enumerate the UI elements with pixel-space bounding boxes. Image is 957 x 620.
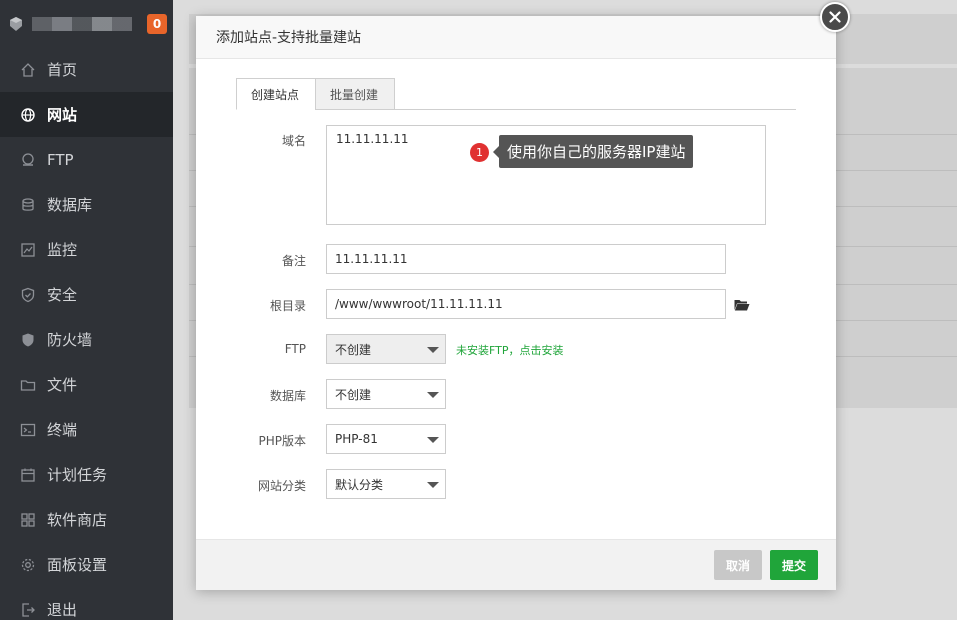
- tab-batch-create[interactable]: 批量创建: [315, 78, 395, 110]
- sidebar-item-files[interactable]: 文件: [0, 362, 173, 407]
- ftp-select[interactable]: 不创建: [326, 334, 446, 364]
- sidebar-item-label: 安全: [47, 286, 78, 304]
- remark-input[interactable]: 11.11.11.11: [326, 244, 726, 274]
- sidebar-item-label: FTP: [47, 150, 74, 169]
- remark-label: 备注: [281, 254, 306, 268]
- shield-icon: [21, 287, 35, 302]
- database-select[interactable]: 不创建: [326, 379, 446, 409]
- dialog-footer: 取消 提交: [196, 539, 836, 590]
- apps-icon: [21, 512, 35, 527]
- terminal-icon: [20, 423, 36, 436]
- folder-open-icon[interactable]: [734, 298, 750, 312]
- globe-icon: [21, 107, 35, 122]
- ftp-select-value: 不创建: [335, 342, 372, 357]
- sidebar-item-label: 防火墙: [47, 331, 93, 349]
- php-version-select-value: PHP-81: [335, 432, 378, 446]
- sidebar-item-security[interactable]: 安全: [0, 272, 173, 317]
- category-select-value: 默认分类: [335, 477, 384, 492]
- domain-label: 域名: [281, 134, 306, 148]
- server-name-blurred: [32, 16, 132, 31]
- close-icon: [829, 11, 841, 23]
- panel-logo-icon: [10, 16, 22, 31]
- sidebar-item-terminal[interactable]: 终端: [0, 407, 173, 452]
- sidebar-item-label: 文件: [47, 376, 78, 394]
- sidebar-item-settings[interactable]: 面板设置: [0, 542, 173, 587]
- monitor-icon: [21, 242, 35, 257]
- chevron-down-icon: [427, 392, 439, 398]
- add-site-dialog: 添加站点-支持批量建站 创建站点 批量创建 域名 11.11.11.11 1 使…: [196, 16, 836, 590]
- sidebar-item-home[interactable]: 首页: [0, 47, 173, 92]
- php-version-select[interactable]: PHP-81: [326, 424, 446, 454]
- ftp-icon: [22, 152, 34, 166]
- sidebar-item-label: 面板设置: [47, 556, 108, 574]
- sidebar-item-monitor[interactable]: 监控: [0, 227, 173, 272]
- sidebar-item-logout[interactable]: 退出: [0, 587, 173, 620]
- step-badge: 1: [470, 143, 489, 162]
- category-label: 网站分类: [257, 479, 306, 493]
- sidebar-item-label: 监控: [47, 241, 78, 259]
- submit-button[interactable]: 提交: [770, 550, 818, 580]
- sidebar-item-label: 首页: [47, 61, 78, 79]
- database-icon: [22, 197, 34, 211]
- logout-icon: [22, 602, 35, 617]
- chevron-down-icon: [427, 347, 439, 353]
- dialog-title: 添加站点-支持批量建站: [196, 16, 836, 59]
- sidebar-item-label: 退出: [47, 601, 78, 619]
- gear-icon: [21, 558, 35, 571]
- sidebar-item-ftp[interactable]: FTP: [0, 137, 173, 182]
- ftp-install-link[interactable]: 未安装FTP，点击安装: [456, 342, 564, 358]
- sidebar-item-label: 网站: [47, 106, 78, 124]
- chevron-down-icon: [427, 482, 439, 488]
- sidebar-header: 0: [0, 0, 173, 47]
- calendar-icon: [21, 468, 35, 482]
- sidebar-item-website[interactable]: 网站: [0, 92, 173, 137]
- sidebar-item-label: 终端: [47, 421, 78, 439]
- sidebar-item-firewall[interactable]: 防火墙: [0, 317, 173, 362]
- sidebar-item-label: 计划任务: [47, 466, 108, 484]
- database-label: 数据库: [269, 389, 306, 403]
- root-dir-input[interactable]: /www/wwwroot/11.11.11.11: [326, 289, 726, 319]
- php-version-label: PHP版本: [258, 434, 307, 448]
- sidebar-item-label: 数据库: [47, 196, 93, 214]
- category-select[interactable]: 默认分类: [326, 469, 446, 499]
- root-dir-label: 根目录: [269, 299, 306, 313]
- notification-badge[interactable]: 0: [147, 14, 167, 34]
- cancel-button[interactable]: 取消: [714, 550, 762, 580]
- folder-icon: [20, 379, 36, 391]
- sidebar: 0 首页 网站 FTP 数据库 监控 安全 防火墙 文件 终端 计划任务 软件商…: [0, 0, 173, 620]
- tip-tooltip: 使用你自己的服务器IP建站: [492, 135, 694, 168]
- sidebar-item-database[interactable]: 数据库: [0, 182, 173, 227]
- sidebar-item-label: 软件商店: [47, 511, 108, 529]
- home-icon: [21, 62, 35, 77]
- sidebar-item-cron[interactable]: 计划任务: [0, 452, 173, 497]
- database-select-value: 不创建: [335, 387, 372, 402]
- tab-create-site[interactable]: 创建站点: [236, 78, 316, 110]
- firewall-icon: [22, 333, 34, 346]
- sidebar-item-store[interactable]: 软件商店: [0, 497, 173, 542]
- close-dialog-button[interactable]: [820, 2, 850, 32]
- dialog-tabs: 创建站点 批量创建: [236, 78, 796, 110]
- chevron-down-icon: [427, 437, 439, 443]
- ftp-label: FTP: [284, 342, 306, 356]
